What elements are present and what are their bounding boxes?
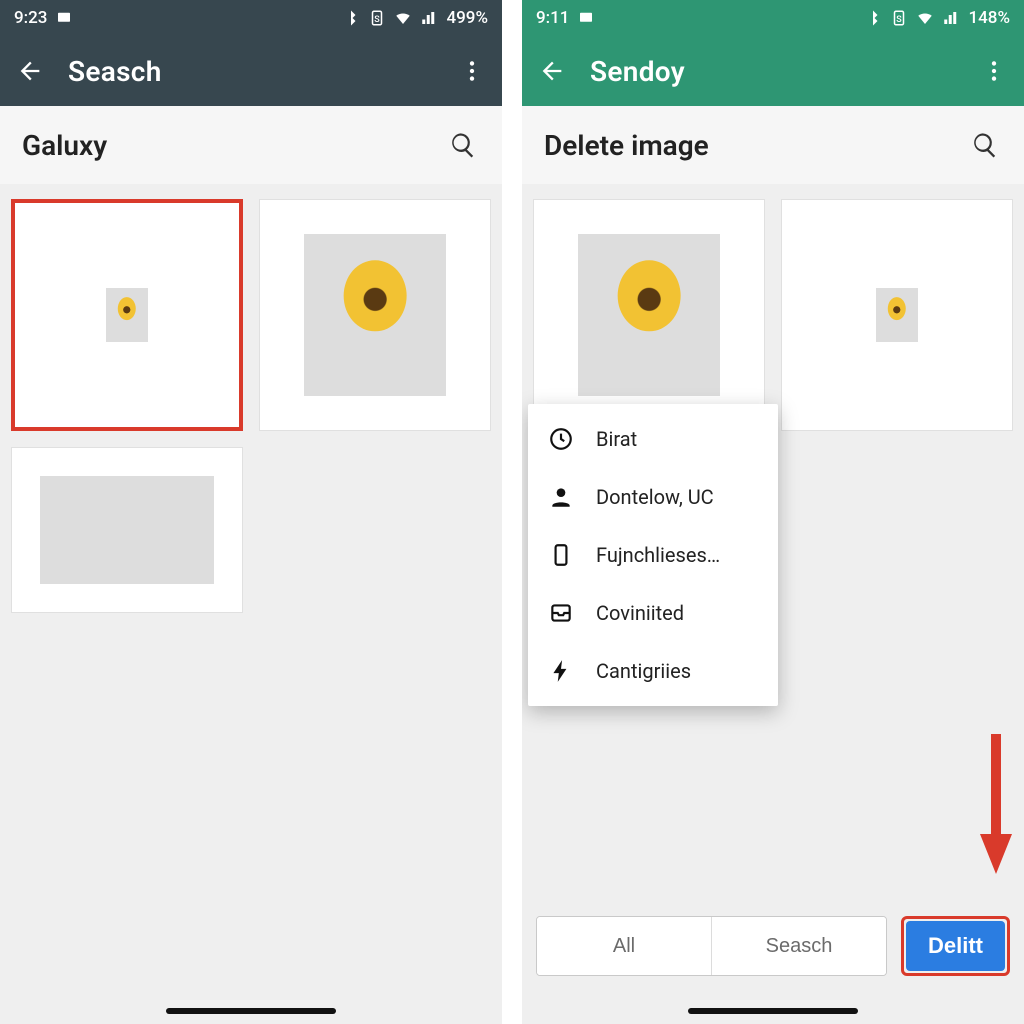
status-time: 9:11 xyxy=(536,8,569,28)
notification-icon xyxy=(55,9,73,27)
battery-saver-icon: S xyxy=(368,9,386,27)
phone-right: 9:11 S 148% Sendoy Delete i xyxy=(522,0,1024,1024)
gallery-thumb[interactable] xyxy=(12,448,242,612)
thumb-image xyxy=(40,476,214,584)
thumb-image xyxy=(304,234,447,396)
section-header: Delete image xyxy=(522,106,1024,184)
callout-arrow-icon xyxy=(976,734,1016,894)
app-bar-title: Seasch xyxy=(68,55,452,88)
menu-item-dontelow[interactable]: Dontelow, UC xyxy=(528,468,778,526)
back-button[interactable] xyxy=(532,51,572,91)
menu-item-label: Cantigriies xyxy=(596,659,691,683)
thumb-image xyxy=(578,234,721,396)
gallery-content: Birat Dontelow, UC Fujnchlieses… Covinii… xyxy=(522,184,1024,1024)
status-bar: 9:11 S 148% xyxy=(522,0,1024,36)
app-bar: Sendoy xyxy=(522,36,1024,106)
person-icon xyxy=(548,484,574,510)
menu-item-fujnchlieses[interactable]: Fujnchlieses… xyxy=(528,526,778,584)
search-button[interactable]: Seasch xyxy=(711,917,886,975)
menu-item-birat[interactable]: Birat xyxy=(528,410,778,468)
clock-icon xyxy=(548,426,574,452)
thumb-image xyxy=(106,288,148,342)
gallery-thumb[interactable] xyxy=(534,200,764,430)
menu-item-label: Dontelow, UC xyxy=(596,485,714,509)
section-title: Delete image xyxy=(544,129,709,162)
menu-item-coviniited[interactable]: Coviniited xyxy=(528,584,778,642)
notification-icon xyxy=(577,9,595,27)
bolt-icon xyxy=(548,658,574,684)
app-bar: Seasch xyxy=(0,36,502,106)
gallery-thumb[interactable] xyxy=(782,200,1012,430)
svg-text:S: S xyxy=(375,15,381,25)
gallery-thumb[interactable] xyxy=(12,200,242,430)
thumb-image xyxy=(876,288,918,342)
status-battery: 499% xyxy=(446,8,488,28)
wifi-icon xyxy=(394,9,412,27)
signal-icon xyxy=(942,9,960,27)
context-menu: Birat Dontelow, UC Fujnchlieses… Covinii… xyxy=(528,404,778,706)
segmented-control: All Seasch xyxy=(536,916,887,976)
delete-button-highlight: Delitt xyxy=(901,916,1010,976)
bottom-action-bar: All Seasch Delitt xyxy=(522,916,1024,976)
gesture-handle xyxy=(688,1008,858,1014)
menu-item-label: Birat xyxy=(596,427,637,451)
status-time: 9:23 xyxy=(14,8,47,28)
menu-item-label: Coviniited xyxy=(596,601,684,625)
inbox-icon xyxy=(548,600,574,626)
section-header: Galuxy xyxy=(0,106,502,184)
search-button[interactable] xyxy=(968,128,1002,162)
overflow-menu-button[interactable] xyxy=(452,51,492,91)
search-button[interactable] xyxy=(446,128,480,162)
menu-item-cantigriies[interactable]: Cantigriies xyxy=(528,642,778,700)
delete-button[interactable]: Delitt xyxy=(906,921,1005,971)
svg-text:S: S xyxy=(897,15,903,25)
section-title: Galuxy xyxy=(22,129,107,162)
bluetooth-icon xyxy=(342,9,360,27)
gallery-thumb[interactable] xyxy=(260,200,490,430)
gallery-content xyxy=(0,184,502,1024)
wifi-icon xyxy=(916,9,934,27)
battery-saver-icon: S xyxy=(890,9,908,27)
menu-item-label: Fujnchlieses… xyxy=(596,543,720,567)
gesture-handle xyxy=(166,1008,336,1014)
phone-left: 9:23 S 499% Seasch Galuxy xyxy=(0,0,502,1024)
status-bar: 9:23 S 499% xyxy=(0,0,502,36)
overflow-menu-button[interactable] xyxy=(974,51,1014,91)
back-button[interactable] xyxy=(10,51,50,91)
bluetooth-icon xyxy=(864,9,882,27)
all-button[interactable]: All xyxy=(537,917,711,975)
status-battery: 148% xyxy=(968,8,1010,28)
app-bar-title: Sendoy xyxy=(590,55,974,88)
signal-icon xyxy=(420,9,438,27)
device-icon xyxy=(548,542,574,568)
